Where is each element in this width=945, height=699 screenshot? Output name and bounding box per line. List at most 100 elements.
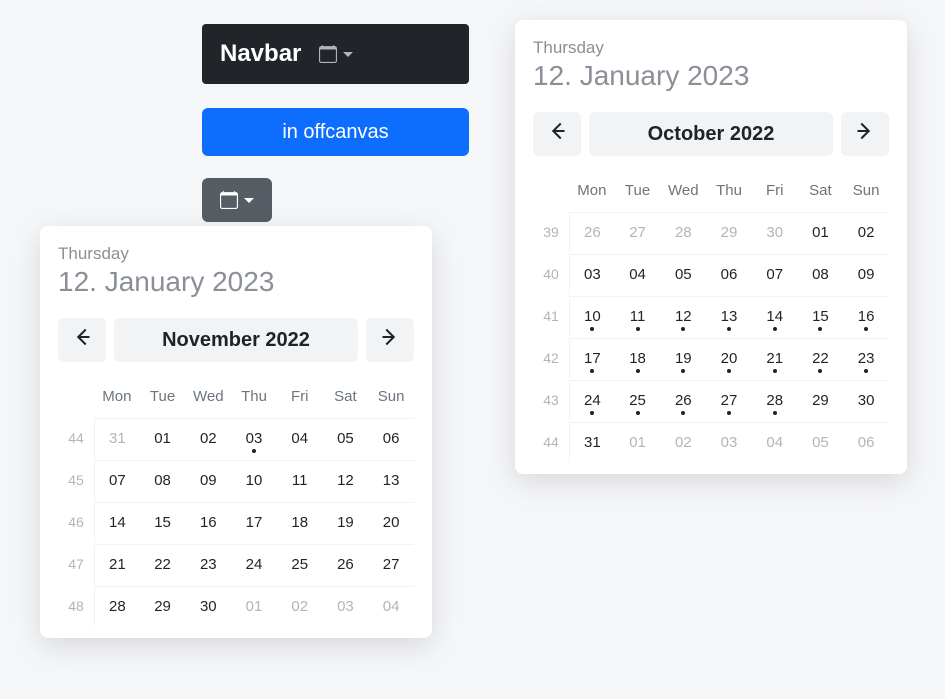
next-month-button[interactable]: [841, 112, 889, 156]
calendar-day[interactable]: 06: [843, 422, 889, 462]
prev-month-button[interactable]: [533, 112, 581, 156]
calendar-day[interactable]: 13: [706, 296, 752, 336]
calendar-day[interactable]: 19: [660, 338, 706, 378]
calendar-day[interactable]: 31: [569, 422, 615, 462]
weekday-header: Tue: [140, 376, 186, 416]
calendar-day[interactable]: 07: [752, 254, 798, 294]
month-title-button[interactable]: October 2022: [589, 112, 833, 156]
calendar-day[interactable]: 26: [569, 212, 615, 252]
calendar-day[interactable]: 16: [185, 502, 231, 542]
calendar-dropdown-button[interactable]: [202, 178, 272, 222]
calendar-day[interactable]: 08: [798, 254, 844, 294]
week-header-blank: [533, 170, 569, 210]
calendar-day[interactable]: 26: [660, 380, 706, 420]
month-title-button[interactable]: November 2022: [114, 318, 358, 362]
calendar-day[interactable]: 02: [843, 212, 889, 252]
calendar-day[interactable]: 14: [752, 296, 798, 336]
calendar-day[interactable]: 29: [706, 212, 752, 252]
navbar-calendar-dropdown[interactable]: [319, 45, 353, 63]
calendar-day[interactable]: 03: [323, 586, 369, 626]
calendar-day[interactable]: 05: [798, 422, 844, 462]
navbar-brand[interactable]: Navbar: [220, 40, 301, 68]
calendar-day[interactable]: 09: [843, 254, 889, 294]
calendar-day[interactable]: 12: [660, 296, 706, 336]
calendar-day[interactable]: 03: [231, 418, 277, 458]
calendar-day[interactable]: 22: [140, 544, 186, 584]
calendar-day[interactable]: 28: [752, 380, 798, 420]
picker-header-weekday: Thursday: [58, 244, 414, 264]
calendar-day[interactable]: 25: [615, 380, 661, 420]
calendar-day[interactable]: 17: [569, 338, 615, 378]
calendar-day[interactable]: 02: [660, 422, 706, 462]
calendar-day[interactable]: 02: [185, 418, 231, 458]
calendar-day[interactable]: 10: [569, 296, 615, 336]
picker-header-weekday: Thursday: [533, 38, 889, 58]
calendar-day[interactable]: 24: [231, 544, 277, 584]
prev-month-button[interactable]: [58, 318, 106, 362]
calendar-day[interactable]: 27: [706, 380, 752, 420]
calendar-day[interactable]: 10: [231, 460, 277, 500]
week-number: 46: [58, 502, 94, 542]
calendar-day[interactable]: 03: [569, 254, 615, 294]
calendar-day[interactable]: 05: [323, 418, 369, 458]
calendar-day[interactable]: 17: [231, 502, 277, 542]
calendar-day[interactable]: 25: [277, 544, 323, 584]
calendar-day[interactable]: 15: [140, 502, 186, 542]
calendar-day[interactable]: 01: [140, 418, 186, 458]
calendar-day[interactable]: 09: [185, 460, 231, 500]
week-number: 45: [58, 460, 94, 500]
calendar-day[interactable]: 31: [94, 418, 140, 458]
calendar-day[interactable]: 02: [277, 586, 323, 626]
offcanvas-button[interactable]: in offcanvas: [202, 108, 469, 156]
calendar-day[interactable]: 03: [706, 422, 752, 462]
calendar-day[interactable]: 27: [615, 212, 661, 252]
calendar-day[interactable]: 30: [843, 380, 889, 420]
event-dot-icon: [681, 327, 685, 331]
calendar-day[interactable]: 01: [798, 212, 844, 252]
calendar-day[interactable]: 30: [752, 212, 798, 252]
calendar-day[interactable]: 29: [140, 586, 186, 626]
calendar-day[interactable]: 05: [660, 254, 706, 294]
calendar-day[interactable]: 04: [615, 254, 661, 294]
calendar-day[interactable]: 11: [615, 296, 661, 336]
calendar-day[interactable]: 08: [140, 460, 186, 500]
calendar-day[interactable]: 21: [752, 338, 798, 378]
calendar-day[interactable]: 18: [277, 502, 323, 542]
calendar-day[interactable]: 15: [798, 296, 844, 336]
calendar-day[interactable]: 16: [843, 296, 889, 336]
calendar-icon: [220, 191, 238, 209]
next-month-button[interactable]: [366, 318, 414, 362]
calendar-day[interactable]: 12: [323, 460, 369, 500]
calendar-day[interactable]: 07: [94, 460, 140, 500]
calendar-day[interactable]: 26: [323, 544, 369, 584]
arrow-right-icon: [855, 121, 875, 147]
calendar-day[interactable]: 04: [277, 418, 323, 458]
calendar-day[interactable]: 27: [368, 544, 414, 584]
calendar-day[interactable]: 06: [706, 254, 752, 294]
weekday-header: Fri: [752, 170, 798, 210]
calendar-day[interactable]: 28: [660, 212, 706, 252]
calendar-day[interactable]: 24: [569, 380, 615, 420]
event-dot-icon: [590, 411, 594, 415]
arrow-right-icon: [380, 327, 400, 353]
calendar-day[interactable]: 22: [798, 338, 844, 378]
calendar-day[interactable]: 23: [185, 544, 231, 584]
calendar-day[interactable]: 11: [277, 460, 323, 500]
calendar-day[interactable]: 29: [798, 380, 844, 420]
event-dot-icon: [773, 369, 777, 373]
calendar-day[interactable]: 18: [615, 338, 661, 378]
calendar-day[interactable]: 21: [94, 544, 140, 584]
calendar-day[interactable]: 13: [368, 460, 414, 500]
calendar-day[interactable]: 20: [368, 502, 414, 542]
calendar-day[interactable]: 19: [323, 502, 369, 542]
calendar-day[interactable]: 20: [706, 338, 752, 378]
calendar-day[interactable]: 14: [94, 502, 140, 542]
calendar-day[interactable]: 28: [94, 586, 140, 626]
calendar-day[interactable]: 04: [368, 586, 414, 626]
calendar-day[interactable]: 06: [368, 418, 414, 458]
calendar-day[interactable]: 01: [231, 586, 277, 626]
calendar-day[interactable]: 01: [615, 422, 661, 462]
calendar-day[interactable]: 30: [185, 586, 231, 626]
calendar-day[interactable]: 04: [752, 422, 798, 462]
calendar-day[interactable]: 23: [843, 338, 889, 378]
